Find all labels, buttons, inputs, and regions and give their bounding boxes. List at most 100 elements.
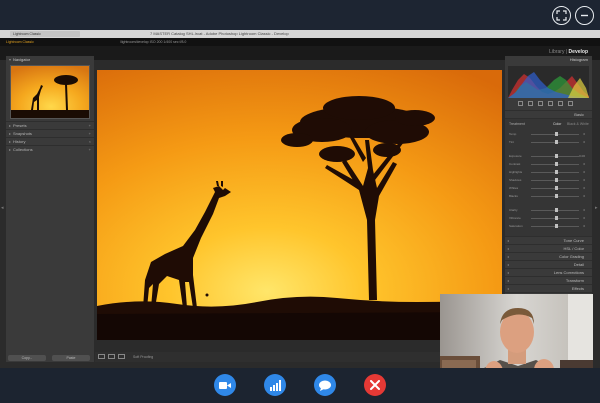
slider-knob[interactable] xyxy=(555,170,558,174)
slider-knob[interactable] xyxy=(555,216,558,220)
add-collection-icon[interactable]: + xyxy=(89,146,91,154)
stats-button[interactable] xyxy=(264,374,286,396)
left-panel-grip[interactable]: ◂ xyxy=(1,205,4,211)
slider-value[interactable]: 0 xyxy=(583,139,585,145)
browser-tab[interactable]: Lightroom Classic xyxy=(10,31,80,37)
copy-paste-bar: Copy... Paste xyxy=(6,355,94,362)
slider-tint[interactable]: Tint 0 xyxy=(509,139,585,145)
slider-value[interactable]: 0 xyxy=(583,185,585,191)
collections-section[interactable]: ▸ Collections + xyxy=(6,145,94,153)
paste-button[interactable]: Paste xyxy=(52,355,90,361)
slider-blacks[interactable]: Blacks 0 xyxy=(509,193,585,199)
slider-knob[interactable] xyxy=(555,154,558,158)
expand-triangle-icon: ▸ xyxy=(9,131,12,136)
radial-filter-icon[interactable] xyxy=(558,101,563,106)
histogram-label: Histogram xyxy=(569,57,588,62)
slider-value[interactable]: 0 xyxy=(583,193,585,199)
section-lens-corrections[interactable]: ◂ Lens Corrections xyxy=(505,268,592,276)
graduated-filter-icon[interactable] xyxy=(548,101,553,106)
call-controls xyxy=(0,368,600,403)
expand-triangle-icon: ▸ xyxy=(9,139,12,144)
copy-button[interactable]: Copy... xyxy=(8,355,46,361)
camera-button[interactable] xyxy=(214,374,236,396)
slider-value[interactable]: 0 xyxy=(583,161,585,167)
minimize-icon[interactable] xyxy=(575,6,594,25)
histogram-header[interactable]: Histogram xyxy=(505,56,592,63)
presets-section[interactable]: ▸ Presets + xyxy=(6,121,94,129)
slider-value[interactable]: 0 xyxy=(583,177,585,183)
call-top-bar xyxy=(0,0,600,30)
slider-label: Contrast xyxy=(509,162,521,166)
presets-label: Presets xyxy=(13,123,27,128)
slider-contrast[interactable]: Contrast 0 xyxy=(509,161,585,167)
expand-triangle-icon: ▸ xyxy=(9,147,12,152)
section-transform[interactable]: ◂ Transform xyxy=(505,276,592,284)
histogram-graph[interactable] xyxy=(508,66,589,98)
soft-proofing-toggle[interactable]: Soft Proofing xyxy=(133,352,153,362)
chat-button[interactable] xyxy=(314,374,336,396)
slider-knob[interactable] xyxy=(555,224,558,228)
basic-panel: Treatment Color Black & White Temp 0 Tint 0… xyxy=(505,118,592,236)
slider-knob[interactable] xyxy=(555,140,558,144)
develop-module-link[interactable]: Develop xyxy=(569,49,588,55)
color-treatment-option[interactable]: Color xyxy=(553,122,561,126)
slider-value[interactable]: 0 xyxy=(583,131,585,137)
lr-info-left: Lightroom Classic xyxy=(6,40,34,44)
section-effects[interactable]: ◂ Effects xyxy=(505,284,592,292)
slider-shadows[interactable]: Shadows 0 xyxy=(509,177,585,183)
slider-exposure[interactable]: Exposure 0.00 xyxy=(509,153,585,159)
histogram-tool-strip xyxy=(508,100,589,108)
slider-value[interactable]: 0 xyxy=(583,169,585,175)
basic-header[interactable]: Basic xyxy=(505,110,592,118)
slider-temp[interactable]: Temp 0 xyxy=(509,131,585,137)
slider-value[interactable]: 0 xyxy=(583,207,585,213)
slider-knob[interactable] xyxy=(555,178,558,182)
lr-info-right: /lightroom/develop ISO 200 1/400 sec f/8… xyxy=(120,40,187,44)
slider-highlights[interactable]: Highlights 0 xyxy=(509,169,585,175)
library-module-link[interactable]: Library xyxy=(549,49,564,55)
history-label: History xyxy=(13,139,26,144)
slider-knob[interactable] xyxy=(555,194,558,198)
develop-sections: ◂ Tone Curve ◂ HSL / Color ◂ Color Grading ◂ De… xyxy=(505,236,592,300)
end-call-button[interactable] xyxy=(364,374,386,396)
slider-value[interactable]: 0 xyxy=(583,215,585,221)
collections-label: Collections xyxy=(13,147,33,152)
slider-label: Whites xyxy=(509,186,519,190)
slider-knob[interactable] xyxy=(555,186,558,190)
slider-knob[interactable] xyxy=(555,162,558,166)
section-hsl-color[interactable]: ◂ HSL / Color xyxy=(505,244,592,252)
slider-knob[interactable] xyxy=(555,208,558,212)
video-camera-icon xyxy=(219,381,231,389)
section-color-grading[interactable]: ◂ Color Grading xyxy=(505,252,592,260)
spot-removal-icon[interactable] xyxy=(528,101,533,106)
right-panel-grip[interactable]: ▸ xyxy=(595,205,598,211)
bw-treatment-option[interactable]: Black & White xyxy=(567,122,589,126)
slider-value[interactable]: 0.00 xyxy=(579,153,585,159)
slider-vibrance[interactable]: Vibrance 0 xyxy=(509,215,585,221)
slider-knob[interactable] xyxy=(555,132,558,136)
section-detail[interactable]: ◂ Detail xyxy=(505,260,592,268)
slider-value[interactable]: 0 xyxy=(583,223,585,229)
module-separator: | xyxy=(565,49,568,55)
signal-bars-icon xyxy=(269,379,281,391)
slider-clarity[interactable]: Clarity 0 xyxy=(509,207,585,213)
crop-tool-icon[interactable] xyxy=(518,101,523,106)
left-panel: ▾ Navigator ▸ Presets + ▸ Snapshots + ▸ Histor… xyxy=(6,56,94,362)
history-section[interactable]: ▸ History × xyxy=(6,137,94,145)
before-after-icon[interactable] xyxy=(108,354,115,359)
slider-whites[interactable]: Whites 0 xyxy=(509,185,585,191)
slider-saturation[interactable]: Saturation 0 xyxy=(509,223,585,229)
navigator-thumbnail[interactable] xyxy=(10,65,90,119)
slider-label: Temp xyxy=(509,132,517,136)
navigator-header[interactable]: ▾ Navigator xyxy=(6,56,94,63)
section-tone-curve[interactable]: ◂ Tone Curve xyxy=(505,236,592,244)
loupe-view-icon[interactable] xyxy=(98,354,105,359)
red-eye-icon[interactable] xyxy=(538,101,543,106)
snapshots-section[interactable]: ▸ Snapshots + xyxy=(6,129,94,137)
slider-label: Shadows xyxy=(509,178,522,182)
lightroom-info-strip: Lightroom Classic /lightroom/develop ISO… xyxy=(0,38,600,46)
expand-triangle-icon: ▸ xyxy=(9,123,12,128)
fullscreen-icon[interactable] xyxy=(552,6,571,25)
adjustment-brush-icon[interactable] xyxy=(568,101,573,106)
compare-view-icon[interactable] xyxy=(118,354,125,359)
